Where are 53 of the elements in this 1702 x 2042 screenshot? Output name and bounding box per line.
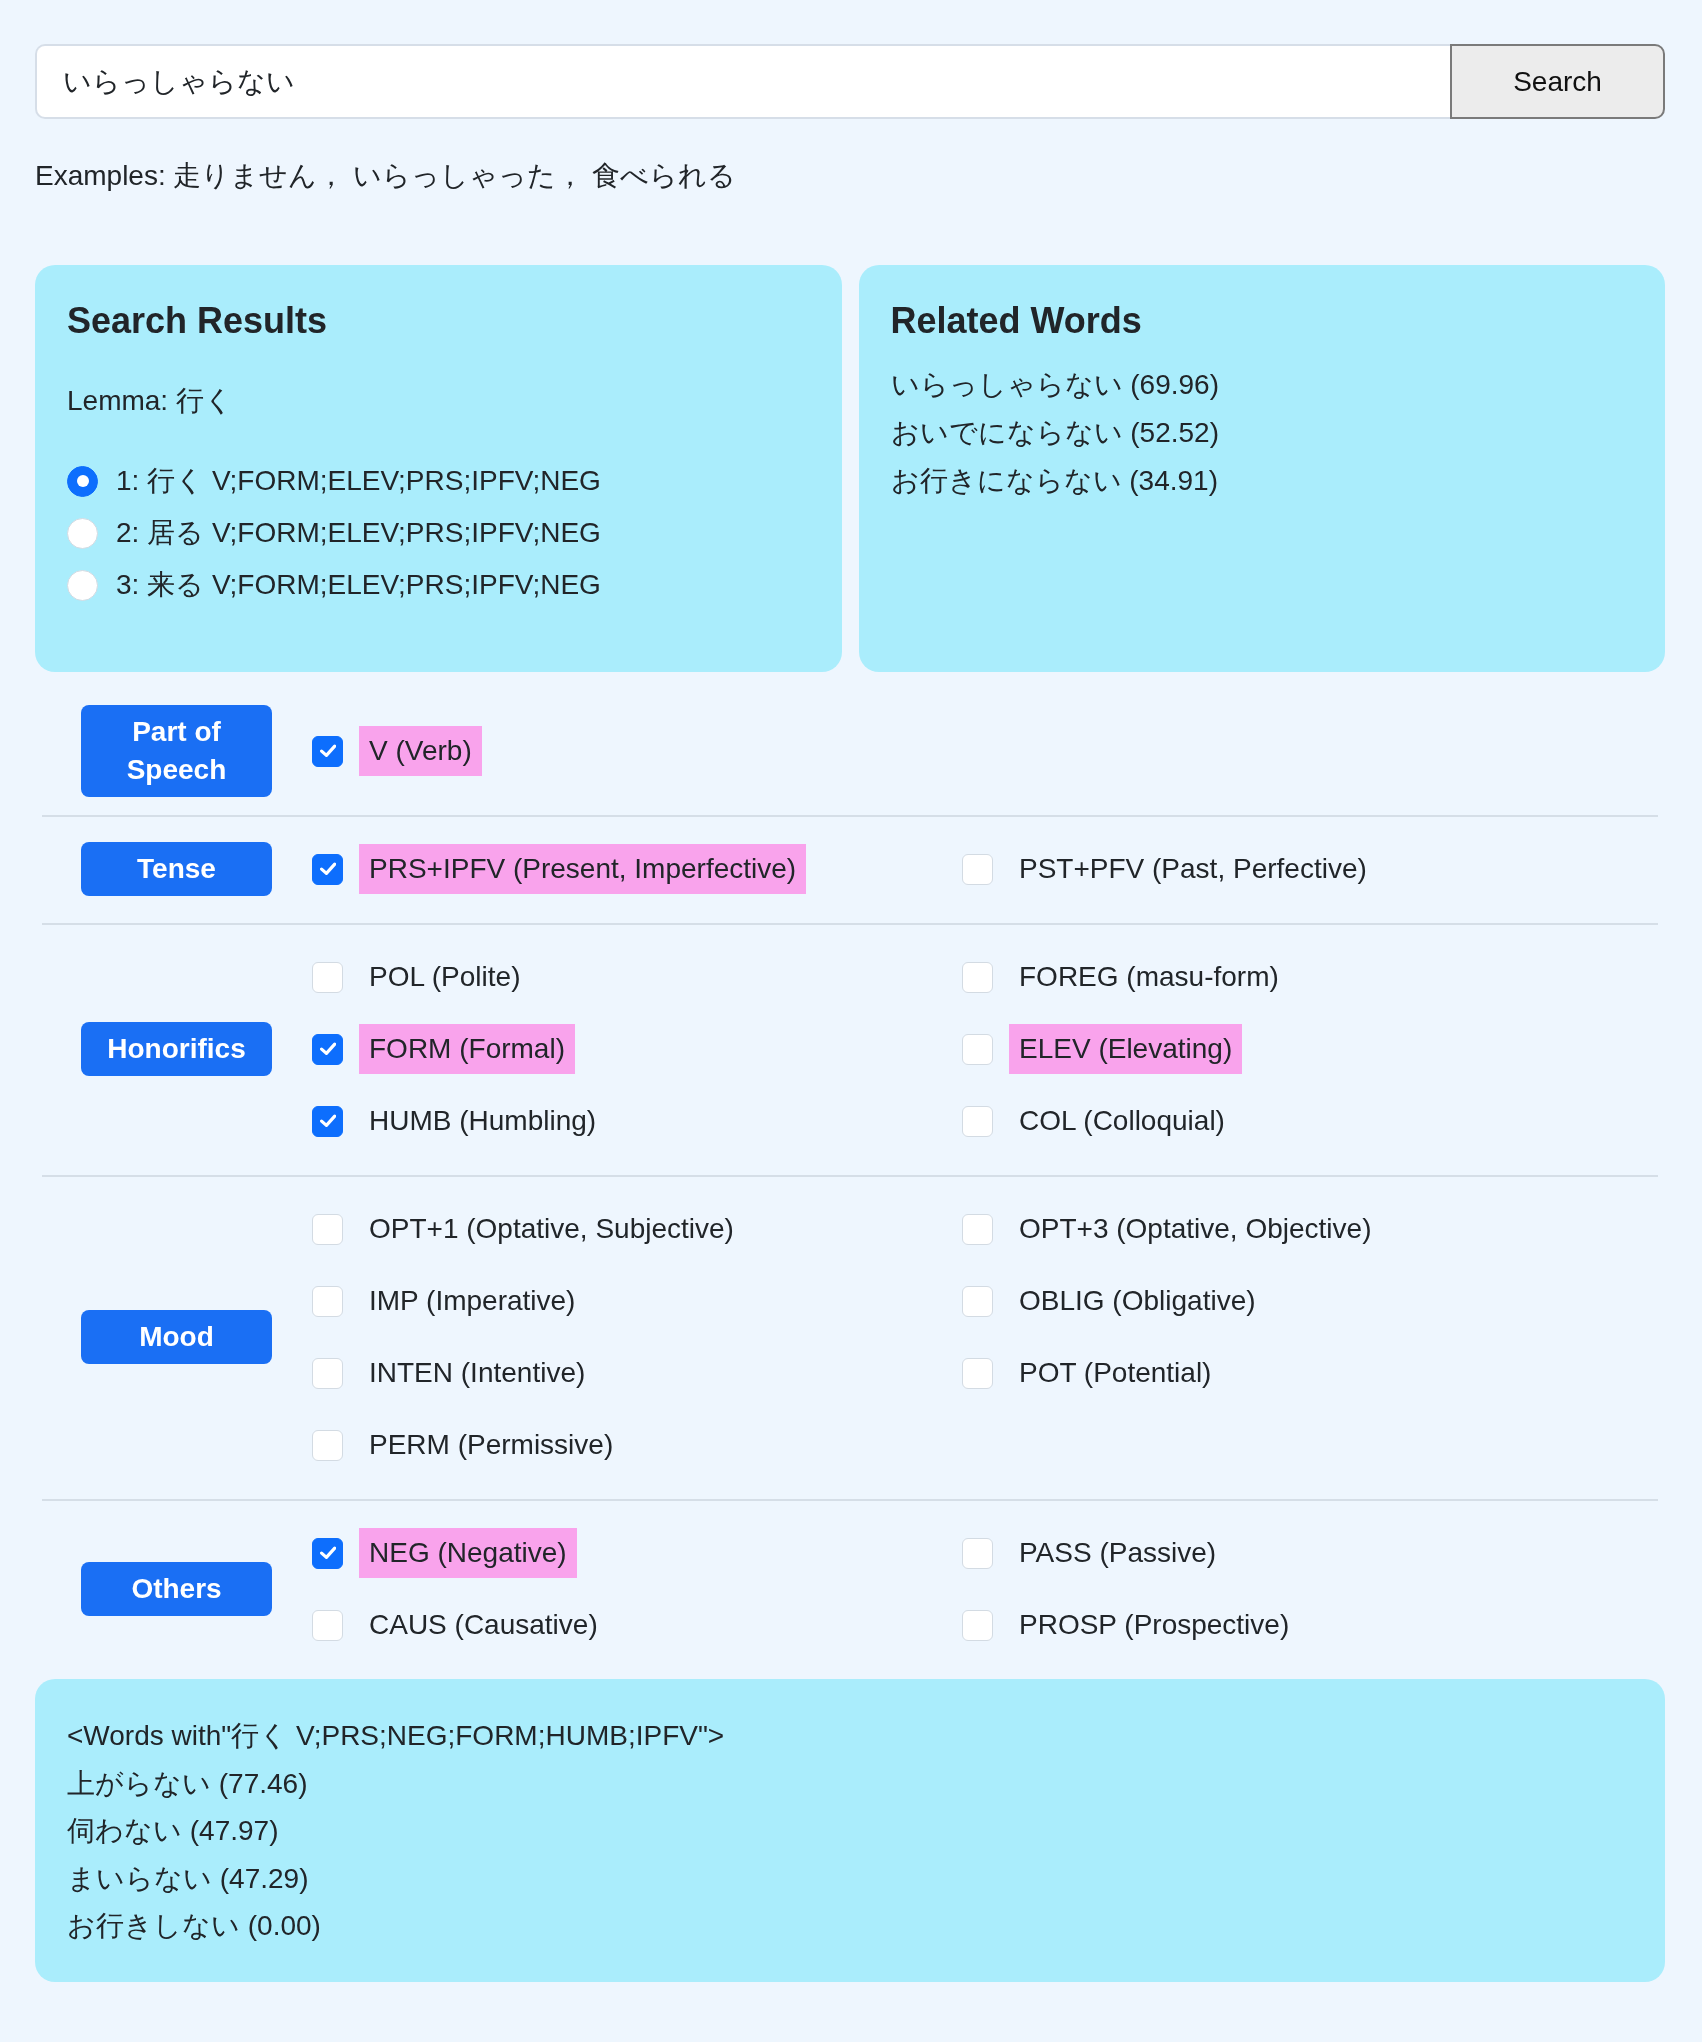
option-label: ELEV (Elevating) [1009, 1024, 1243, 1074]
related-word: お行きにならない (34.91) [890, 464, 1219, 498]
check-icon [319, 1042, 336, 1056]
option-label: PST+PFV (Past, Perfective) [1018, 852, 1368, 886]
category-tag: Others [81, 1562, 272, 1616]
search-field[interactable]: いらっしゃらない [35, 44, 1450, 119]
checkbox[interactable] [312, 853, 343, 885]
panel-title: Search Results [67, 299, 329, 343]
word-item: お行きしない (0.00) [67, 1909, 322, 1943]
word-item: 上がらない (77.46) [67, 1766, 309, 1801]
option-label: CAUS (Causative) [368, 1608, 599, 1642]
option-label: HUMB (Humbling) [368, 1104, 598, 1138]
related-word: おいでにならない (52.52) [890, 416, 1220, 450]
category-tag: Part of Speech [81, 705, 272, 797]
option-label: INTEN (Intentive) [368, 1356, 587, 1390]
option-label: POT (Potential) [1018, 1356, 1213, 1390]
category-tag: Mood [81, 1310, 272, 1364]
checkbox[interactable] [312, 735, 343, 767]
radio-button[interactable] [67, 465, 98, 497]
option-label: FOREG (masu-form) [1018, 960, 1280, 994]
check-icon [319, 1114, 336, 1128]
candidate-label: 1: 行く V;FORM;ELEV;PRS;IPFV;NEG [116, 464, 601, 498]
lemma-text: Lemma: 行く [67, 384, 234, 418]
category-tag: Tense [81, 842, 272, 896]
related-word: いらっしゃらない (69.96) [890, 368, 1220, 402]
option-label: IMP (Imperative) [368, 1284, 577, 1318]
option-label: PERM (Permissive) [368, 1428, 615, 1462]
option-label: V (Verb) [359, 726, 482, 776]
examples-text: Examples: 走りません， いらっしゃった， 食べられる [35, 159, 738, 193]
option-label: NEG (Negative) [359, 1528, 577, 1578]
option-label: OPT+3 (Optative, Objective) [1018, 1212, 1373, 1246]
search-button[interactable]: Search [1450, 44, 1665, 119]
check-icon [319, 1546, 336, 1560]
option-label: COL (Colloquial) [1018, 1104, 1226, 1138]
word-item: まいらない (47.29) [67, 1861, 310, 1896]
option-label: PRS+IPFV (Present, Imperfective) [359, 844, 807, 894]
option-label: PASS (Passive) [1018, 1536, 1218, 1570]
candidate-label: 3: 来る V;FORM;ELEV;PRS;IPFV;NEG [116, 568, 601, 602]
candidate-label: 2: 居る V;FORM;ELEV;PRS;IPFV;NEG [116, 516, 601, 550]
panel-title: Related Words [890, 299, 1143, 343]
option-label: PROSP (Prospective) [1018, 1608, 1291, 1642]
word-item: 伺わない (47.97) [67, 1814, 280, 1848]
category-tag: Honorifics [81, 1022, 272, 1076]
check-icon [319, 744, 336, 758]
option-label: OPT+1 (Optative, Subjective) [368, 1212, 735, 1246]
option-label: OBLIG (Obligative) [1018, 1284, 1257, 1318]
checkbox[interactable] [312, 1105, 343, 1137]
words-header: <Words with"行く V;PRS;NEG;FORM;HUMB;IPFV"> [67, 1719, 726, 1753]
check-icon [319, 862, 336, 876]
checkbox[interactable] [312, 1033, 343, 1065]
checkbox[interactable] [312, 1537, 343, 1569]
option-label: FORM (Formal) [359, 1024, 575, 1074]
option-label: POL (Polite) [368, 960, 522, 994]
